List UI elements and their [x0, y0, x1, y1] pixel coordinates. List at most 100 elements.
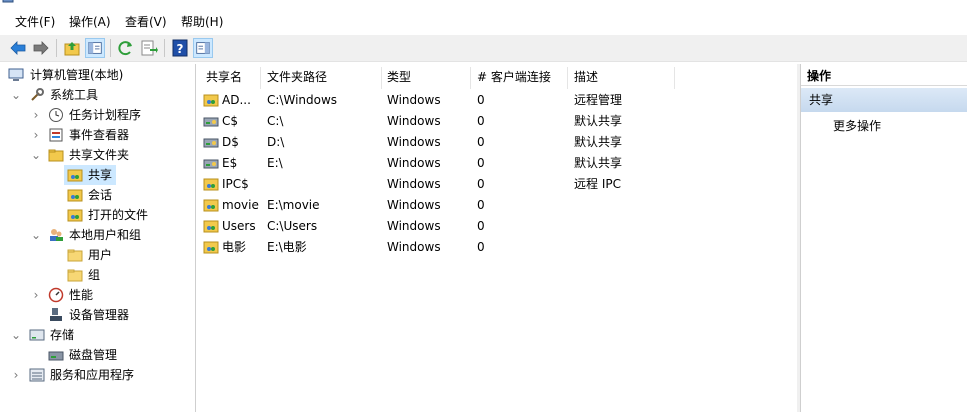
- performance-gauge-icon: [48, 287, 64, 303]
- table-row[interactable]: IPC$ Windows 0 远程 IPC: [199, 174, 797, 194]
- tree-label: 计算机管理(本地): [30, 68, 124, 82]
- chevron-down-icon[interactable]: ⌄: [11, 325, 21, 345]
- tree-label: 组: [88, 268, 101, 282]
- chevron-down-icon[interactable]: ⌄: [31, 145, 41, 165]
- column-header-type[interactable]: 类型: [387, 67, 411, 87]
- table-row[interactable]: D$ D:\ Windows 0 默认共享: [199, 132, 797, 152]
- tree-item-performance[interactable]: › 性能: [5, 285, 195, 305]
- cell-folder-path: C:\Windows: [267, 93, 338, 107]
- share-drive-icon: [203, 155, 219, 171]
- services-apps-icon: [29, 368, 45, 382]
- event-viewer-icon: [49, 128, 63, 142]
- show-hide-action-pane-icon[interactable]: [193, 38, 213, 58]
- tree-item-shares[interactable]: 共享: [64, 165, 116, 185]
- share-folder-icon: [203, 197, 219, 213]
- cell-client-connections: 0: [477, 93, 485, 107]
- up-folder-icon[interactable]: [62, 38, 82, 58]
- cell-description: 默认共享: [574, 135, 623, 149]
- help-icon[interactable]: ?: [170, 38, 190, 58]
- cell-type: Windows: [387, 240, 441, 254]
- tree-item-local-users-groups[interactable]: ⌄ 本地用户和组: [5, 225, 195, 245]
- column-divider[interactable]: [674, 67, 675, 89]
- cell-share-name: IPC$: [222, 177, 249, 191]
- menu-action[interactable]: 操作(A): [69, 14, 111, 30]
- cell-client-connections: 0: [477, 240, 485, 254]
- menu-view[interactable]: 查看(V): [125, 14, 167, 30]
- menu-help[interactable]: 帮助(H): [181, 14, 223, 30]
- shared-folder-icon: [48, 149, 64, 162]
- table-row[interactable]: E$ E:\ Windows 0 默认共享: [199, 153, 797, 173]
- cell-client-connections: 0: [477, 198, 485, 212]
- title-bar: [0, 0, 967, 9]
- chevron-right-icon[interactable]: ›: [31, 125, 41, 145]
- chevron-right-icon[interactable]: ›: [31, 285, 41, 305]
- cell-type: Windows: [387, 114, 441, 128]
- cell-folder-path: E:\movie: [267, 198, 320, 212]
- column-divider[interactable]: [260, 67, 261, 89]
- chevron-right-icon[interactable]: ›: [31, 105, 41, 125]
- tree-item-root[interactable]: 计算机管理(本地): [5, 65, 195, 85]
- sessions-icon: [67, 189, 83, 202]
- cell-share-name: movie: [222, 198, 259, 212]
- tree-item-system-tools[interactable]: ⌄ 系统工具: [5, 85, 195, 105]
- column-header-folder-path[interactable]: 文件夹路径: [267, 67, 327, 87]
- cell-folder-path: E:\电影: [267, 240, 307, 254]
- cell-type: Windows: [387, 156, 441, 170]
- share-drive-icon: [203, 134, 219, 150]
- chevron-down-icon[interactable]: ⌄: [11, 85, 21, 105]
- export-list-icon[interactable]: [139, 38, 159, 58]
- table-row[interactable]: movie E:\movie Windows 0: [199, 195, 797, 215]
- cell-folder-path: D:\: [267, 135, 285, 149]
- menu-file[interactable]: 文件(F): [15, 14, 55, 30]
- column-header-client-connections[interactable]: # 客户端连接: [477, 67, 551, 87]
- storage-icon: [29, 329, 45, 341]
- tree-item-event-viewer[interactable]: › 事件查看器: [5, 125, 195, 145]
- tree-item-device-manager[interactable]: 设备管理器: [5, 305, 195, 325]
- svg-text:?: ?: [177, 42, 184, 56]
- column-divider[interactable]: [567, 67, 568, 89]
- cell-client-connections: 0: [477, 219, 485, 233]
- show-hide-tree-icon[interactable]: [85, 38, 105, 58]
- cell-type: Windows: [387, 177, 441, 191]
- tree-item-groups[interactable]: 组: [5, 265, 195, 285]
- table-row[interactable]: AD... C:\Windows Windows 0 远程管理: [199, 90, 797, 110]
- cell-description: 默认共享: [574, 156, 623, 170]
- share-folder-icon: [67, 169, 83, 182]
- tree-item-disk-management[interactable]: 磁盘管理: [5, 345, 195, 365]
- column-header-share-name[interactable]: 共享名: [206, 67, 242, 87]
- tree-item-shared-folders[interactable]: ⌄ 共享文件夹: [5, 145, 195, 165]
- column-header-description[interactable]: 描述: [574, 67, 598, 87]
- chevron-down-icon[interactable]: ⌄: [31, 225, 41, 245]
- more-actions-link[interactable]: 更多操作: [833, 116, 881, 136]
- refresh-icon[interactable]: [116, 38, 136, 58]
- forward-arrow-icon[interactable]: [31, 38, 51, 58]
- cell-client-connections: 0: [477, 156, 485, 170]
- cell-type: Windows: [387, 219, 441, 233]
- actions-section-shares[interactable]: 共享: [801, 88, 967, 112]
- column-divider[interactable]: [381, 67, 382, 89]
- column-divider[interactable]: [470, 67, 471, 89]
- folder-icon: [67, 249, 83, 262]
- share-drive-icon: [203, 113, 219, 129]
- table-row[interactable]: Users C:\Users Windows 0: [199, 216, 797, 236]
- device-manager-icon: [50, 308, 62, 321]
- cell-type: Windows: [387, 198, 441, 212]
- chevron-right-icon[interactable]: ›: [11, 365, 21, 385]
- tree-item-sessions[interactable]: 会话: [5, 185, 195, 205]
- back-arrow-icon[interactable]: [8, 38, 28, 58]
- tree-label: 系统工具: [50, 88, 99, 102]
- tree-item-open-files[interactable]: 打开的文件: [5, 205, 195, 225]
- toolbar-separator: [110, 39, 111, 57]
- table-row[interactable]: C$ C:\ Windows 0 默认共享: [199, 111, 797, 131]
- actions-pane: 操作 共享 更多操作: [800, 64, 967, 412]
- cell-share-name: 电影: [222, 240, 247, 254]
- tree-item-users[interactable]: 用户: [5, 245, 195, 265]
- table-row[interactable]: 电影 E:\电影 Windows 0: [199, 237, 797, 257]
- tree-item-task-scheduler[interactable]: › 任务计划程序: [5, 105, 195, 125]
- cell-description: 远程管理: [574, 93, 623, 107]
- cell-folder-path: C:\Users: [267, 219, 318, 233]
- cell-type: Windows: [387, 93, 441, 107]
- tree-item-storage[interactable]: ⌄ 存储: [5, 325, 195, 345]
- share-folder-icon: [203, 218, 219, 234]
- tree-item-services-apps[interactable]: › 服务和应用程序: [5, 365, 195, 385]
